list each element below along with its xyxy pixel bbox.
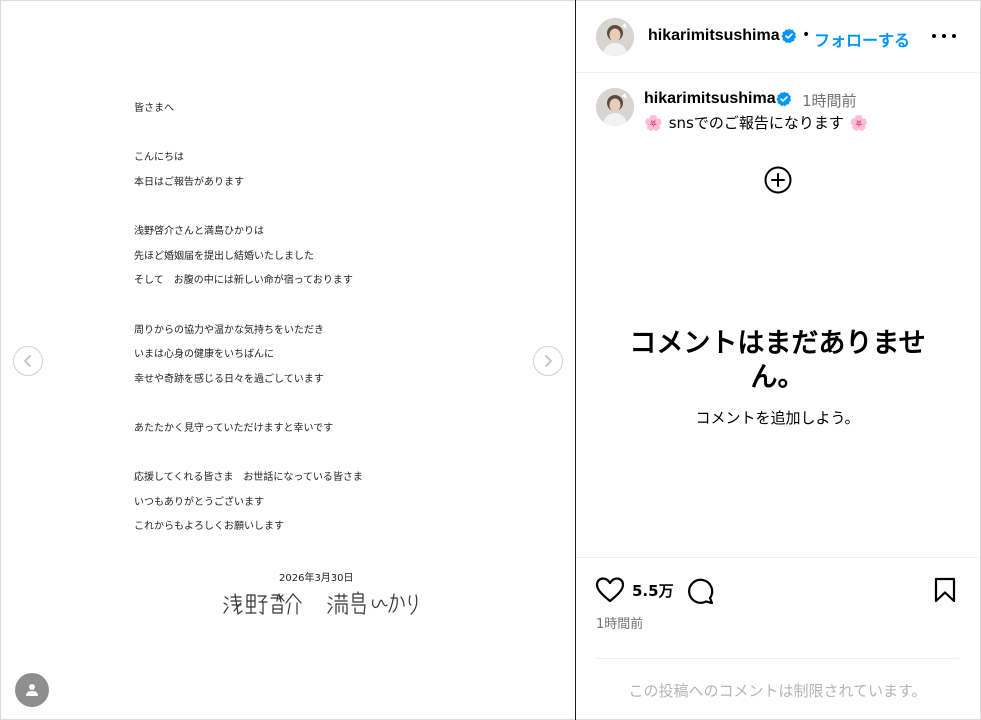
verified-badge-icon [776, 91, 792, 107]
letter-line: これからもよろしくお願いします [134, 521, 284, 532]
next-image-button[interactable] [533, 346, 563, 376]
caption-time[interactable]: 1時間前 [802, 90, 857, 111]
chevron-right-icon [545, 355, 552, 367]
verified-badge-icon [781, 28, 797, 44]
handwritten-signature [221, 589, 426, 623]
more-options-icon[interactable] [932, 29, 956, 43]
letter-line: 浅野啓介さんと満島ひかりは [134, 226, 264, 237]
avatar[interactable] [596, 18, 634, 56]
letter-line: いつもありがとうございます [134, 497, 264, 508]
letter-line: 幸せや奇跡を感じる日々を過ごしています [134, 374, 324, 385]
letter-line: 応援してくれる皆さま お世話になっている皆さま [134, 472, 363, 483]
user-tag-icon [26, 684, 38, 696]
no-comments-subtitle: コメントを追加しよう。 [695, 409, 860, 427]
add-circle-icon[interactable] [763, 165, 793, 195]
like-count[interactable]: 5.5万 [632, 580, 674, 601]
caption-body: snsでのご報告になります [668, 114, 844, 132]
heart-icon[interactable] [595, 576, 625, 604]
actions-divider [576, 557, 979, 558]
post-timestamp[interactable]: 1時間前 [596, 613, 643, 632]
post-header: hikarimitsushima • フォローする [576, 1, 979, 73]
separator-dot: • [802, 27, 811, 43]
bookmark-icon[interactable] [933, 577, 957, 603]
comments-restricted-notice: この投稿へのコメントは制限されています。 [628, 682, 927, 700]
letter-line: あたたかく見守っていただけますと幸いです [134, 423, 334, 434]
caption-text: 🌸 snsでのご報告になります 🌸 [644, 112, 869, 133]
no-comments-title: コメントはまだありません。 [629, 328, 926, 393]
chevron-left-icon [24, 355, 31, 367]
letter-line: 皆さまへ [134, 103, 174, 114]
letter-line: こんにちは [134, 152, 184, 163]
cherry-blossom-emoji: 🌸 [849, 113, 869, 132]
letter-line: 先ほど婚姻届を提出し結婚いたしました [134, 251, 314, 262]
letter-line: そして お腹の中には新しい命が宿っております [134, 275, 353, 286]
comments-divider [596, 658, 959, 659]
caption-avatar[interactable] [596, 88, 634, 126]
letter-date: 2026年3月30日 [279, 573, 354, 584]
letter-line: いまは心身の健康をいちばんに [134, 349, 274, 360]
post-media: 皆さまへ こんにちは 本日はご報告があります 浅野啓介さんと満島ひかりは 先ほど… [1, 1, 575, 719]
follow-button[interactable]: フォローする [814, 27, 910, 51]
caption-username[interactable]: hikarimitsushima [644, 90, 776, 108]
letter-line: 本日はご報告があります [134, 177, 244, 188]
letter-line: 周りからの協力や温かな気持ちをいただき [134, 325, 324, 336]
previous-image-button[interactable] [13, 346, 43, 376]
tagged-users-button[interactable] [15, 673, 49, 707]
cherry-blossom-emoji: 🌸 [644, 113, 663, 132]
post-side-panel: hikarimitsushima • フォローする hikarimitsushi… [576, 1, 979, 719]
header-username[interactable]: hikarimitsushima [648, 27, 780, 45]
comment-icon[interactable] [686, 577, 714, 605]
